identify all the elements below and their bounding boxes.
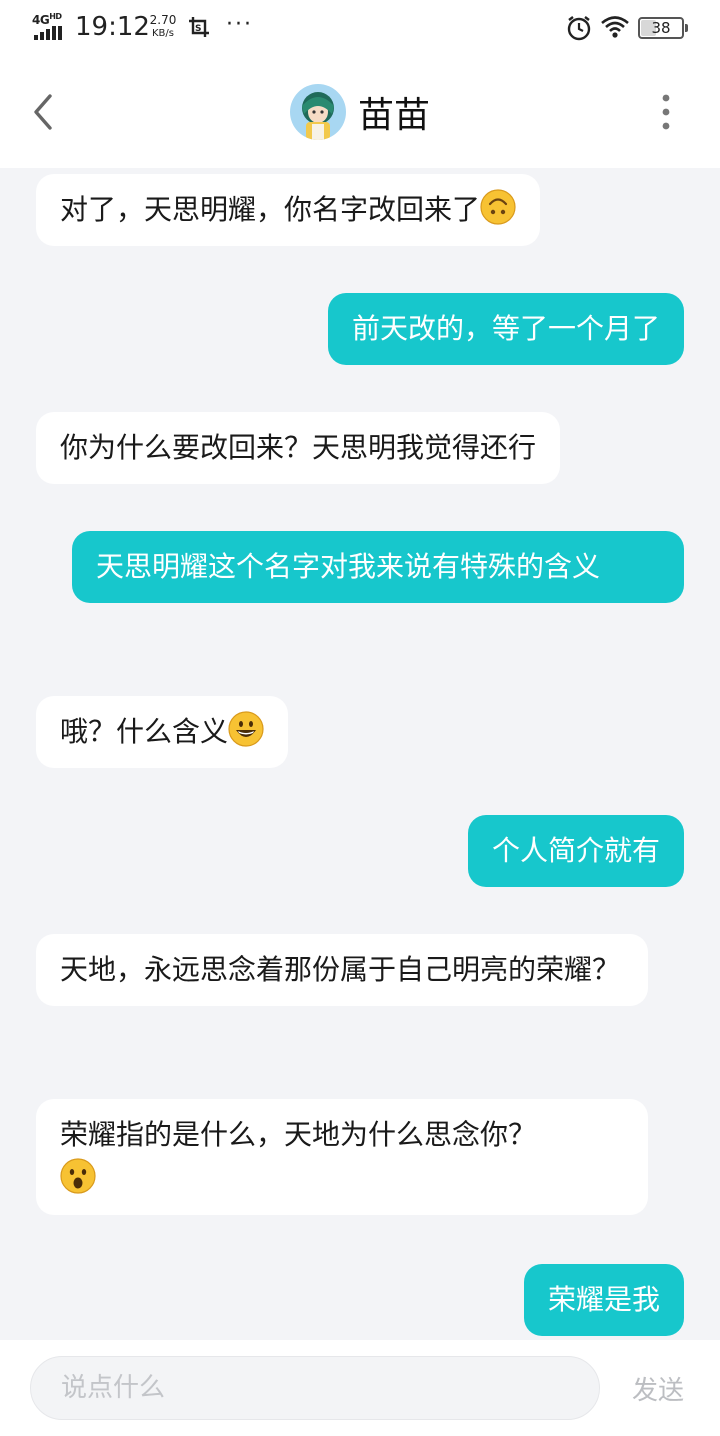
message-outgoing[interactable]: 个人简介就有 [467,815,684,887]
svg-text:S: S [195,24,201,34]
chat-header: 苗苗 [0,56,720,168]
signal-icon [34,26,64,40]
message-text: 天思明耀这个名字对我来说有特殊的含义 [96,550,601,583]
message-incoming[interactable]: 天地，永远思念着那份属于自己明亮的荣耀？ [36,934,648,1006]
back-button[interactable] [22,86,66,138]
more-notifications: ··· [226,12,253,37]
chat-title: 苗苗 [358,95,431,136]
message-text: 对了，天思明耀，你名字改回来了 [60,193,481,226]
avatar[interactable] [290,84,346,140]
send-button[interactable]: 发送 [632,1370,684,1407]
message-text: 天地，永远思念着那份属于自己明亮的荣耀？ [60,953,621,986]
clock: 19:12 [75,12,150,42]
message-text: 荣耀是我 [547,1283,660,1316]
alarm-icon [566,15,592,45]
upside-down-face-icon [480,189,516,225]
message-text: 你为什么要改回来？天思明我觉得还行 [60,431,537,464]
network-speed: 2.70 KB/s [149,13,177,40]
message-list[interactable]: 对了，天思明耀，你名字改回来了 前天改的，等了一个月了 你为什么要改回来？天思明… [0,168,720,1340]
screenshot-icon: S [188,16,210,42]
battery-level: 38 [651,19,671,37]
contact-info[interactable]: 苗苗 [290,83,430,141]
more-button[interactable] [648,92,684,132]
network-type: 4GHD [32,12,62,27]
battery-icon: 38 [638,17,688,39]
message-text: 前天改的，等了一个月了 [351,312,660,345]
chevron-left-icon [34,94,52,130]
message-outgoing[interactable]: 前天改的，等了一个月了 [327,293,684,365]
grinning-face-icon [228,711,264,747]
message-incoming[interactable]: 荣耀指的是什么，天地为什么思念你？ [36,1099,648,1215]
message-incoming[interactable]: 哦？什么含义 [36,696,289,768]
message-outgoing[interactable]: 荣耀是我 [523,1264,684,1336]
message-outgoing[interactable]: 天思明耀这个名字对我来说有特殊的含义 [72,531,684,603]
wifi-icon [600,15,630,43]
message-text: 个人简介就有 [491,834,660,867]
surprised-face-icon [60,1158,96,1194]
message-text: 荣耀指的是什么，天地为什么思念你？ [60,1118,537,1151]
message-input[interactable] [30,1356,600,1420]
composer-bar: 发送 [0,1340,720,1436]
message-incoming[interactable]: 对了，天思明耀，你名字改回来了 [36,174,541,246]
status-bar: 4GHD 19:12 2.70 KB/s S ··· 38 [0,0,720,56]
message-incoming[interactable]: 你为什么要改回来？天思明我觉得还行 [36,412,561,484]
more-vertical-icon [662,94,670,130]
message-text: 哦？什么含义 [60,715,229,748]
